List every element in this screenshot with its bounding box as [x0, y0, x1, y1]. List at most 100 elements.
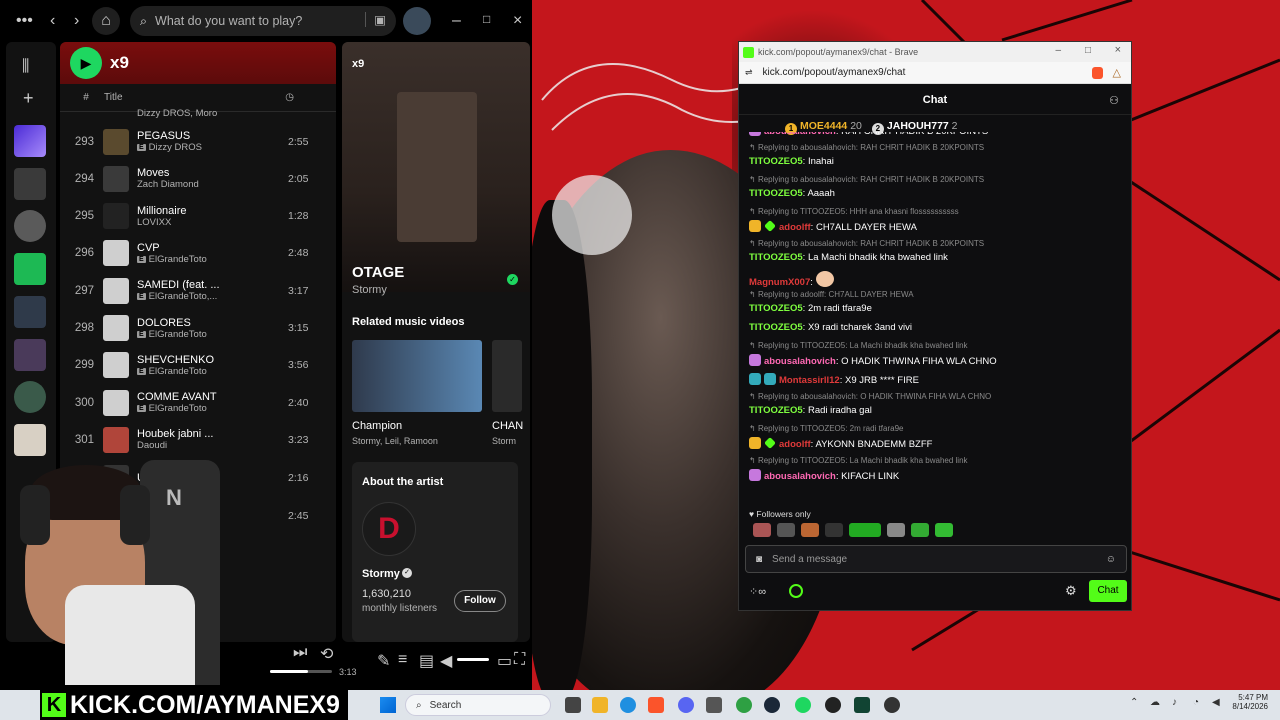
reply-context[interactable]: ↰ Replying to TITOOZEO5: HHH ana khasni …	[749, 207, 959, 216]
track-row[interactable]: 296 CVP E ElGrandeToto 2:48	[60, 235, 336, 272]
chat-username[interactable]: abousalahovich	[764, 356, 836, 367]
user-avatar[interactable]	[403, 7, 431, 35]
chat-username[interactable]: TITOOZEO5	[749, 405, 803, 416]
track-artist[interactable]: Zach Diamond	[137, 179, 199, 190]
reply-context[interactable]: ↰ Replying to TITOOZEO5: La Machi bhadik…	[749, 341, 968, 350]
track-artist[interactable]: LOVIXX	[137, 217, 171, 228]
reply-context[interactable]: ↰ Replying to abousalahovich: RAH CHRIT …	[749, 175, 984, 184]
mic-icon[interactable]: ✎	[377, 651, 390, 671]
brave-shield-icon[interactable]	[1092, 67, 1103, 79]
playlist-thumb[interactable]	[14, 168, 46, 200]
minimize-icon[interactable]: –	[452, 12, 461, 30]
playlist-thumb[interactable]	[14, 253, 46, 285]
liked-songs-thumb[interactable]	[14, 125, 46, 157]
reply-context[interactable]: ↰ Replying to abousalahovich: RAH CHRIT …	[749, 143, 984, 152]
emote[interactable]	[815, 271, 834, 287]
spotify-icon[interactable]	[795, 697, 811, 713]
artist-thumb[interactable]	[14, 381, 46, 413]
track-title[interactable]: COMME AVANT	[137, 391, 288, 403]
emote[interactable]	[825, 523, 843, 537]
emote[interactable]	[753, 523, 771, 537]
track-title[interactable]: Millionaire	[137, 205, 288, 217]
reply-context[interactable]: ↰ Replying to abousalahovich: RAH CHRIT …	[749, 239, 984, 248]
reply-context[interactable]: ↰ Replying to TITOOZEO5: 2m radi tfara9e	[749, 424, 903, 433]
emote[interactable]	[849, 523, 881, 537]
chat-username[interactable]: TITOOZEO5	[749, 188, 803, 199]
track-artist[interactable]: ElGrandeToto,...	[149, 291, 218, 302]
reply-context[interactable]: ↰ Replying to adoolff: CH7ALL DAYER HEWA	[749, 290, 914, 299]
emote[interactable]	[777, 523, 795, 537]
track-artist[interactable]: ElGrandeToto	[149, 254, 207, 265]
chat-username[interactable]: abousalahovich	[764, 471, 836, 482]
kick-points-icon[interactable]	[789, 584, 803, 598]
file-explorer-icon[interactable]	[592, 697, 608, 713]
spotify-search-bar[interactable]: ⌕ What do you want to play? ▣	[130, 6, 396, 36]
taskbar-search[interactable]: ⌕ Search	[405, 694, 551, 716]
reply-context[interactable]: ↰ Replying to TITOOZEO5: La Machi bhadik…	[749, 456, 968, 465]
mic-icon[interactable]: ♪	[1172, 697, 1177, 708]
chat-message[interactable]: TITOOZEO5: Radi iradha gal	[749, 405, 872, 416]
minimize-icon[interactable]: –	[1055, 45, 1061, 56]
track-title[interactable]: PEGASUS	[137, 130, 288, 142]
home-icon[interactable]: ⌂	[92, 7, 120, 35]
chat-username[interactable]: TITOOZEO5	[749, 322, 803, 333]
playlist-thumb[interactable]	[14, 339, 46, 371]
obs-icon[interactable]	[884, 697, 900, 713]
video-thumbnail[interactable]	[352, 340, 482, 412]
follow-button[interactable]: Follow	[454, 590, 506, 612]
track-artist[interactable]: ElGrandeToto	[149, 403, 207, 414]
chat-message[interactable]: abousalahovich: RAH CHRIT HADIK B 20KPOI…	[749, 132, 988, 137]
track-row[interactable]: 299 SHEVCHENKO E ElGrandeToto 3:56	[60, 347, 336, 384]
chat-username[interactable]: TITOOZEO5	[749, 156, 803, 167]
wifi-icon[interactable]: ◔	[1193, 697, 1199, 708]
address-bar[interactable]: ⇌ kick.com/popout/aymanex9/chat △	[739, 62, 1131, 84]
close-icon[interactable]: ×	[513, 12, 522, 30]
steam-icon[interactable]	[764, 697, 780, 713]
track-artist[interactable]: ElGrandeToto	[149, 366, 207, 377]
track-artist[interactable]: Dizzy DROS	[149, 142, 202, 153]
chat-username[interactable]: Montassirll12	[779, 375, 840, 386]
gear-icon[interactable]: ⚙	[1065, 583, 1077, 599]
track-row[interactable]: 295 Millionaire LOVIXX 1:28	[60, 198, 336, 235]
track-row[interactable]: 300 COMME AVANT E ElGrandeToto 2:40	[60, 384, 336, 421]
video-title[interactable]: Champion	[352, 420, 402, 432]
send-chat-button[interactable]: Chat	[1089, 580, 1127, 602]
play-button[interactable]: ▶	[70, 47, 102, 79]
chat-username[interactable]: adoolff	[779, 222, 811, 233]
video-thumbnail[interactable]	[492, 340, 522, 412]
miniplayer-icon[interactable]: ▭	[497, 651, 512, 671]
track-title[interactable]: OTAGE	[352, 264, 404, 281]
close-icon[interactable]: ×	[1115, 44, 1121, 56]
track-artist[interactable]: Daoudi	[137, 440, 167, 451]
back-arrow-icon[interactable]: ‹	[50, 12, 55, 30]
chat-username[interactable]: TITOOZEO5	[749, 303, 803, 314]
emote[interactable]	[887, 523, 905, 537]
chat-message[interactable]: adoolff: AYKONN BNADEMM BZFF	[749, 437, 932, 450]
brave-rewards-icon[interactable]: △	[1113, 66, 1121, 79]
track-artist[interactable]: ElGrandeToto	[149, 329, 207, 340]
discord-icon[interactable]	[678, 697, 694, 713]
app-icon[interactable]	[736, 697, 752, 713]
chat-message[interactable]: TITOOZEO5: Aaaah	[749, 188, 835, 199]
chat-username[interactable]: abousalahovich	[764, 132, 836, 137]
emoji-icon[interactable]: ☺	[1106, 554, 1116, 565]
track-title[interactable]: SAMEDI (feat. ...	[137, 279, 288, 291]
track-row[interactable]: 297 SAMEDI (feat. ... E ElGrandeToto,... 3:1…	[60, 272, 336, 309]
add-icon[interactable]: +	[23, 88, 34, 109]
chat-message[interactable]: abousalahovich: O HADIK THWINA FIHA WLA …	[749, 354, 997, 367]
emote[interactable]	[935, 523, 953, 537]
playlist-thumb[interactable]	[14, 296, 46, 328]
track-title[interactable]: Houbek jabni ...	[137, 428, 288, 440]
chat-message[interactable]: abousalahovich: KIFACH LINK	[749, 469, 899, 482]
volume-icon[interactable]: ◀	[1212, 697, 1220, 708]
onedrive-icon[interactable]: ☁	[1150, 697, 1160, 708]
track-title[interactable]: CVP	[137, 242, 288, 254]
video-title[interactable]: CHAN	[492, 420, 523, 432]
track-row[interactable]: 294 Moves Zach Diamond 2:05	[60, 160, 336, 197]
infinity-icon[interactable]: ⁘∞	[749, 585, 766, 598]
app-icon[interactable]	[854, 697, 870, 713]
chat-message[interactable]: TITOOZEO5: Inahai	[749, 156, 834, 167]
forward-arrow-icon[interactable]: ›	[74, 12, 79, 30]
maximize-icon[interactable]: □	[1085, 45, 1091, 56]
emote[interactable]	[911, 523, 929, 537]
